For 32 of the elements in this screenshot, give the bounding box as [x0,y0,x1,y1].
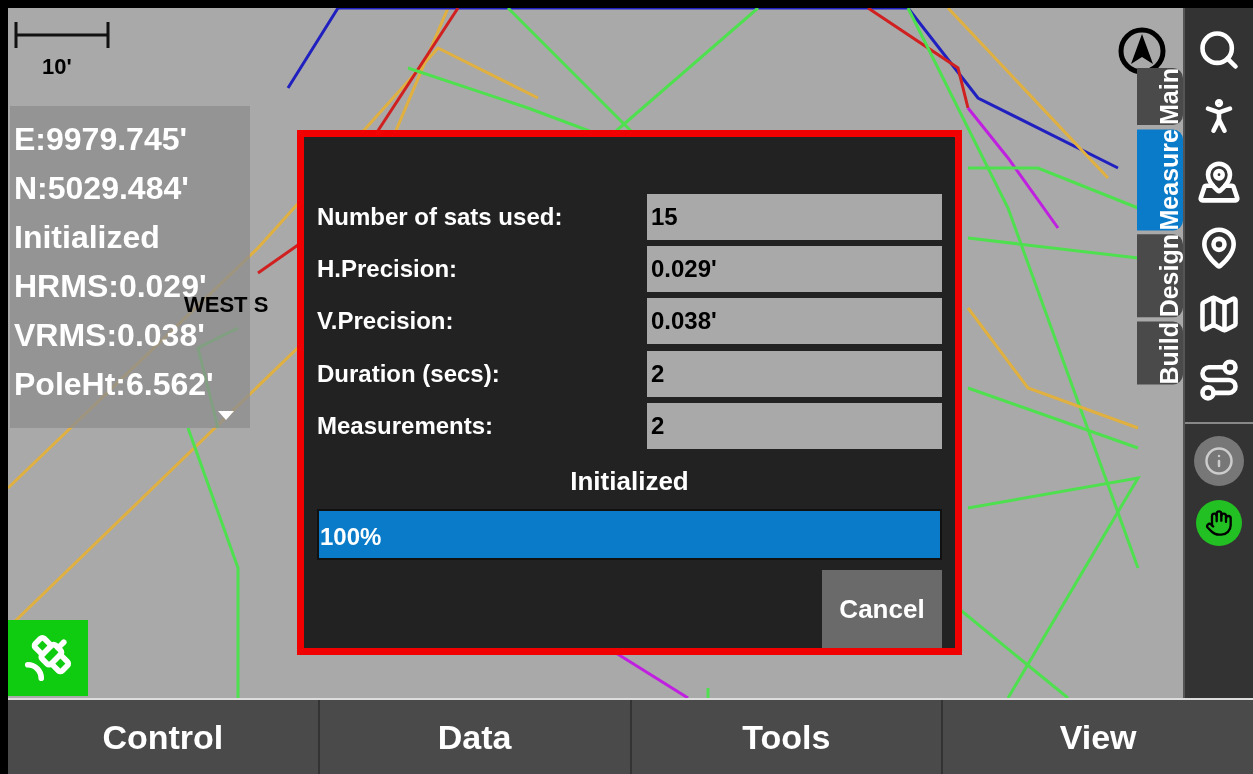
dialog-field-value: 0.038' [647,298,942,345]
position-reading: N:5029.484' [14,171,189,205]
map-pin-icon [1197,160,1241,204]
dropdown-triangle-icon [218,411,234,420]
dialog-field-label: Number of sats used: [317,202,564,233]
info-button[interactable] [1194,436,1244,486]
dialog-field-value: 2 [647,402,942,449]
side-tab[interactable]: Design [1137,234,1183,318]
dialog-field-value: 15 [647,194,942,241]
touch-mode-button[interactable] [1196,500,1242,546]
dialog-field-label: Measurements: [317,410,495,441]
dialog-field-label: Duration (secs): [317,358,501,389]
scale-label: 10' [42,53,72,81]
side-tab[interactable]: Build [1137,321,1183,385]
dialog-field-value: 2 [647,350,942,397]
dialog-field-label: H.Precision: [317,254,459,285]
dialog-field-label: V.Precision: [317,306,455,337]
zoom-search-icon [1197,28,1241,72]
progress-reading: 100% [320,521,382,552]
dialog-status-text: Initialized [570,464,689,498]
route-points-icon [1197,358,1241,402]
side-tab[interactable]: Measure [1137,128,1183,231]
cancel-button[interactable]: Cancel [822,570,942,648]
side-tab[interactable]: Main [1137,68,1183,125]
dialog-field-value: 0.029' [647,246,942,293]
position-reading: VRMS:0.038' [14,318,205,352]
position-reading: PoleHt:6.562' [14,367,214,401]
position-reading: Initialized [14,220,160,254]
position-reading: E:9979.745' [14,122,188,156]
scale-bar-icon [14,20,110,50]
info-icon [1204,446,1234,476]
pointing-hand-icon [1205,509,1233,537]
